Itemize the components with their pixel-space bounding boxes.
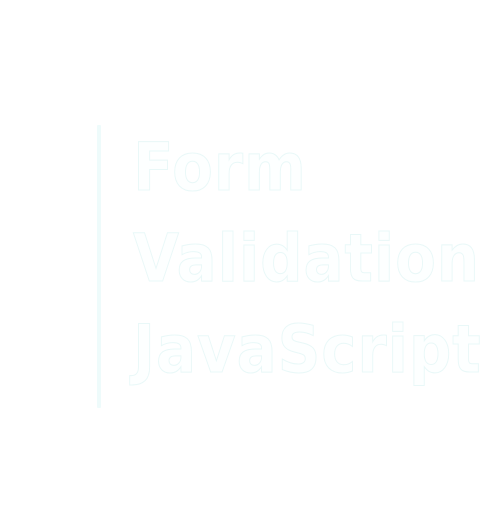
title-text: Form Validation JavaScript (133, 122, 481, 395)
title-line-validation: Validation (133, 220, 480, 298)
accent-bar (97, 125, 101, 408)
title-line-form: Form (133, 129, 307, 207)
title-line-javascript: JavaScript (133, 311, 481, 389)
title-graphic: Form Validation JavaScript (97, 122, 481, 408)
